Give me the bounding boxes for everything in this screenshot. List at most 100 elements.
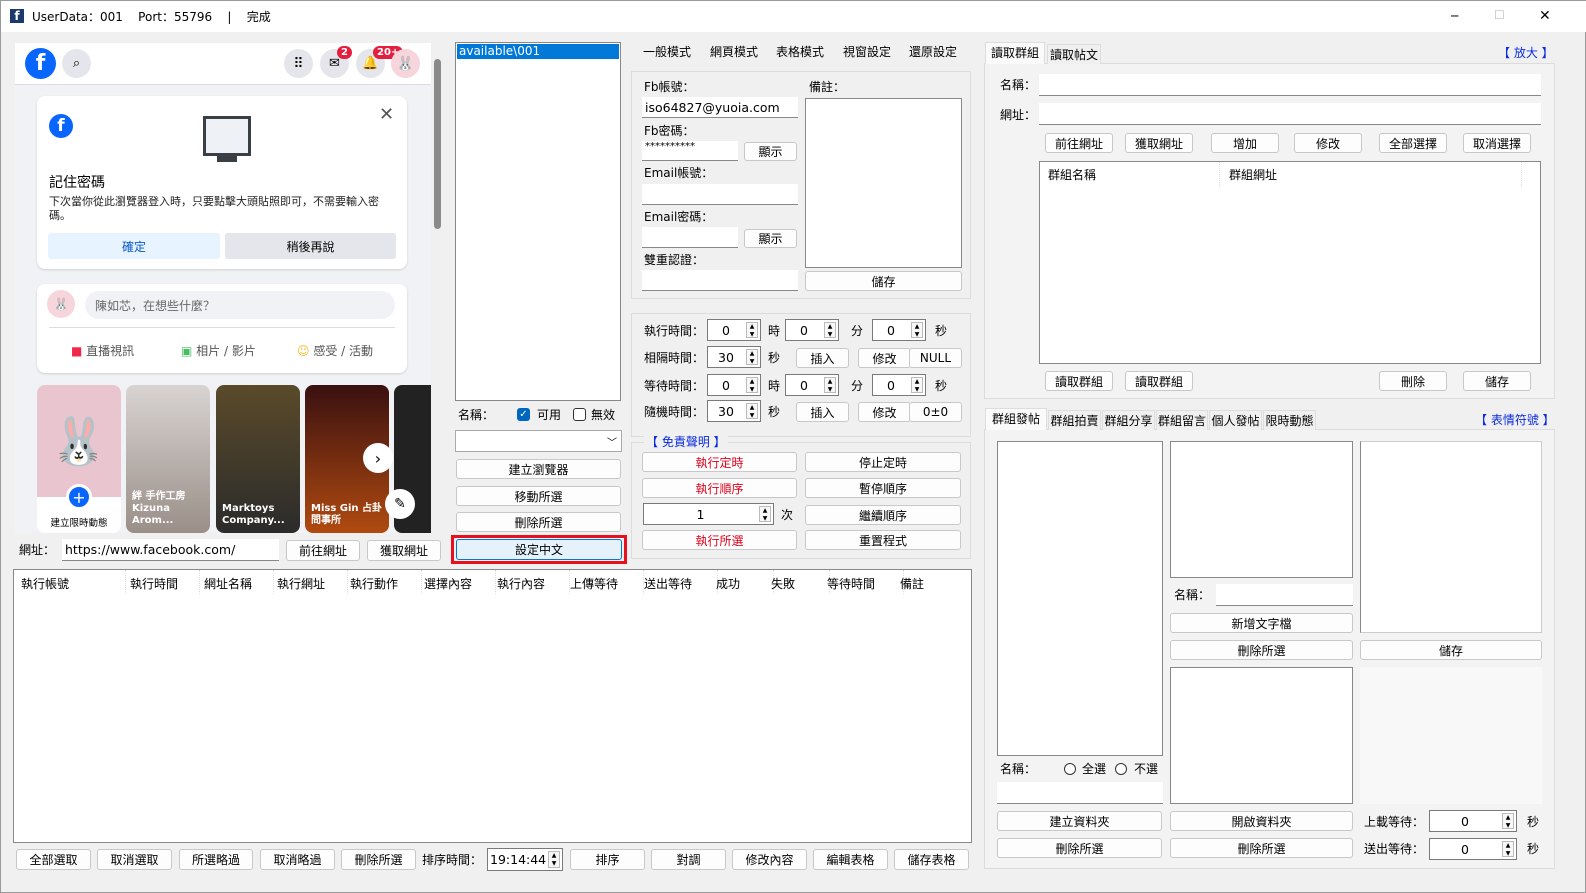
goto-url-button[interactable]: 前往網址 (286, 540, 360, 561)
column-header[interactable]: 失敗 (771, 575, 795, 592)
upload-wait-stepper[interactable]: 0 ▲ ▼ (1429, 810, 1517, 832)
delete-text-button[interactable]: 刪除所選 (1170, 640, 1353, 660)
read-groups-button-2[interactable]: 讀取群組 (1125, 371, 1193, 391)
menu-table-mode[interactable]: 表格模式 (776, 44, 824, 60)
text-name-input[interactable] (1216, 584, 1353, 606)
delete-folder-button[interactable]: 刪除所選 (997, 838, 1162, 858)
column-header[interactable]: 群組網址 (1229, 166, 1277, 183)
profile-list[interactable]: available\001 (455, 42, 621, 401)
search-icon[interactable]: ⌕ (62, 49, 91, 78)
group-goto-url-button[interactable]: 前往網址 (1045, 133, 1113, 153)
plus-minus-button[interactable]: 0±0 (909, 402, 962, 422)
insert-random-button[interactable]: 插入 (796, 402, 849, 422)
group-save-button[interactable]: 儲存 (1463, 371, 1531, 391)
column-header[interactable]: 執行帳號 (21, 575, 69, 592)
column-header[interactable]: 備註 (900, 575, 924, 592)
column-header[interactable]: 網址名稱 (204, 575, 252, 592)
story-item[interactable]: Marktoys Company... (216, 385, 300, 533)
story-item[interactable]: 絆 手作工房 Kizuna Arom... (126, 385, 210, 533)
exec-minute-stepper[interactable]: 0 ▲ ▼ (785, 319, 839, 341)
skip-selected-button[interactable]: 所選略過 (179, 849, 253, 870)
show-email-password-button[interactable]: 顯示 (744, 229, 797, 248)
folder-name-input[interactable] (997, 782, 1163, 804)
modify-random-button[interactable]: 修改 (858, 402, 911, 422)
delete-media-button[interactable]: 刪除所選 (1170, 838, 1353, 858)
close-icon[interactable]: ✕ (379, 104, 394, 125)
save-account-button[interactable]: 儲存 (805, 271, 962, 291)
save-table-button[interactable]: 儲存表格 (894, 849, 969, 870)
tab-read-posts[interactable]: 讀取帖文 (1047, 44, 1101, 64)
story-create[interactable]: 🐰 + 建立限時動態 (37, 385, 121, 533)
group-select-all-button[interactable]: 全部選擇 (1379, 133, 1447, 153)
browser-scrollbar[interactable] (431, 43, 444, 533)
feeling-button[interactable]: ☺ 感受 / 活動 (297, 343, 373, 359)
wait-minute-stepper[interactable]: 0 ▲ ▼ (785, 374, 839, 396)
select-all-button[interactable]: 全部選取 (16, 849, 91, 870)
set-chinese-button[interactable]: 設定中文 (456, 539, 622, 560)
resume-sequence-button[interactable]: 繼續順序 (805, 505, 961, 525)
create-folder-button[interactable]: 建立資料夾 (997, 811, 1162, 831)
save-post-button[interactable]: 儲存 (1360, 640, 1542, 660)
column-header[interactable]: 成功 (716, 575, 740, 592)
fb-password-input[interactable]: ********** (642, 141, 738, 161)
scrollbar-thumb[interactable] (434, 59, 441, 229)
column-header[interactable]: 執行網址 (277, 575, 325, 592)
column-header[interactable]: 執行動作 (350, 575, 398, 592)
reset-program-button[interactable]: 重置程式 (805, 530, 961, 550)
stop-timer-button[interactable]: 停止定時 (805, 452, 961, 472)
column-header[interactable]: 選擇內容 (424, 575, 472, 592)
task-table[interactable]: 執行帳號 執行時間 網址名稱 執行網址 執行動作 選擇內容 執行內容 上傳等待 … (13, 569, 972, 843)
exec-hour-stepper[interactable]: 0 ▲ ▼ (707, 319, 761, 341)
send-wait-stepper[interactable]: 0 ▲ ▼ (1429, 838, 1517, 860)
group-deselect-button[interactable]: 取消選擇 (1463, 133, 1531, 153)
modify-interval-button[interactable]: 修改 (858, 348, 911, 368)
random-stepper[interactable]: 30 ▲ ▼ (707, 400, 761, 422)
swap-button[interactable]: 對調 (651, 849, 726, 870)
column-header[interactable]: 等待時間 (827, 575, 875, 592)
column-divider[interactable] (1521, 162, 1522, 187)
profile-avatar[interactable]: 🐰 (391, 49, 420, 78)
sort-button[interactable]: 排序 (570, 849, 645, 870)
column-divider[interactable] (421, 570, 422, 594)
tab-personal-post[interactable]: 個人發帖 (1209, 410, 1262, 430)
column-divider[interactable] (495, 570, 496, 594)
column-divider[interactable] (1219, 162, 1220, 187)
run-count-stepper[interactable]: 1 ▲ ▼ (643, 503, 774, 525)
column-header[interactable]: 執行內容 (497, 575, 545, 592)
tab-group-comment[interactable]: 群組留言 (1156, 410, 1208, 430)
deselect-button[interactable]: 取消選取 (97, 849, 172, 870)
column-divider[interactable] (199, 570, 200, 594)
folder-list[interactable] (997, 441, 1163, 756)
delete-selected-button[interactable]: 刪除所選 (456, 512, 621, 532)
zoom-link[interactable]: 【 放大 】 (1498, 45, 1554, 61)
media-list[interactable] (1170, 667, 1353, 804)
column-divider[interactable] (273, 570, 274, 594)
next-arrow-icon[interactable]: › (363, 443, 393, 473)
column-header[interactable]: 送出等待 (644, 575, 692, 592)
move-selected-button[interactable]: 移動所選 (456, 486, 621, 506)
new-text-file-button[interactable]: 新增文字檔 (1170, 613, 1353, 633)
menu-web-mode[interactable]: 網頁模式 (710, 44, 758, 60)
run-sequence-button[interactable]: 執行順序 (642, 478, 797, 498)
insert-interval-button[interactable]: 插入 (796, 348, 849, 368)
column-divider[interactable] (347, 570, 348, 594)
composer-input[interactable]: 陳如芯，在想些什麼？ (85, 291, 395, 319)
profile-combobox[interactable]: ﹀ (455, 430, 622, 452)
fb-account-input[interactable]: iso64827@yuoia.com (642, 97, 798, 118)
column-divider[interactable] (125, 570, 126, 594)
interval-stepper[interactable]: 30 ▲ ▼ (707, 346, 761, 368)
column-header[interactable]: 群組名稱 (1048, 166, 1096, 183)
select-none-radio[interactable] (1115, 763, 1127, 775)
tab-group-auction[interactable]: 群組拍賣 (1048, 410, 1101, 430)
run-selected-button[interactable]: 執行所選 (642, 530, 797, 550)
read-groups-button[interactable]: 讀取群組 (1045, 371, 1113, 391)
group-fetch-url-button[interactable]: 獲取網址 (1125, 133, 1193, 153)
grid-menu-icon[interactable]: ⠿ (284, 49, 313, 78)
text-file-list[interactable] (1170, 441, 1353, 578)
group-delete-button[interactable]: 刪除 (1379, 371, 1447, 391)
wait-hour-stepper[interactable]: 0 ▲ ▼ (707, 374, 761, 396)
live-video-button[interactable]: ■ 直播視訊 (71, 343, 134, 359)
tab-stories[interactable]: 限時動態 (1263, 410, 1316, 430)
cancel-skip-button[interactable]: 取消略過 (260, 849, 335, 870)
disclaimer-link[interactable]: 【 免責聲明 】 (644, 434, 728, 450)
